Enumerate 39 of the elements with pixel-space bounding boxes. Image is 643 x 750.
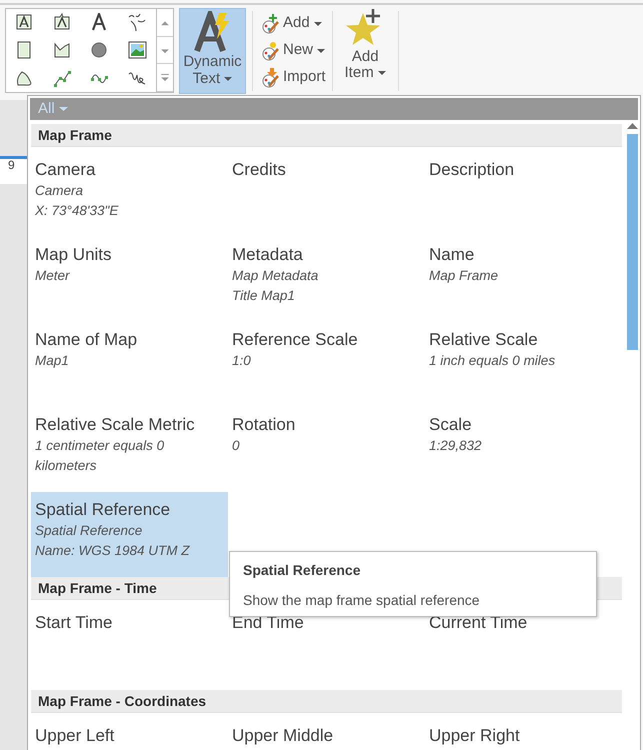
insert-button[interactable]: Add: [259, 10, 326, 37]
section-header: Map Frame: [31, 124, 622, 147]
dynamic-text-item[interactable]: Map Units Meter: [31, 237, 228, 322]
callout-icon[interactable]: [52, 13, 72, 32]
polygon-icon[interactable]: [52, 40, 72, 60]
dynamic-text-item[interactable]: Description: [425, 152, 622, 237]
dynamic-text-item[interactable]: Credits: [228, 152, 425, 237]
freehand-shape-icon[interactable]: [15, 68, 34, 88]
line-icon[interactable]: [52, 68, 72, 88]
dynamic-text-item[interactable]: Upper Right: [425, 718, 622, 750]
dynamic-text-item[interactable]: Reference Scale 1:0: [228, 322, 425, 407]
caret-icon: [224, 76, 232, 82]
dynamic-text-item[interactable]: Rotation 0: [228, 407, 425, 492]
insert-button[interactable]: New: [259, 37, 326, 64]
section-header: Map Frame - Coordinates: [31, 690, 622, 713]
dynamic-text-item[interactable]: Relative Scale Metric 1 centimeter equals 0 kilometers: [31, 407, 228, 492]
dynamic-text-item[interactable]: Spatial Reference Spatial Reference Name: WGS 1984 UTM Z: [31, 492, 228, 577]
dynamic-text-item[interactable]: Name of Map Map1: [31, 322, 228, 407]
dynamic-text-item[interactable]: Camera Camera X: 73°48'33"E: [31, 152, 228, 237]
circle-icon[interactable]: [90, 40, 110, 60]
dynamic-text-item[interactable]: Start Time: [31, 605, 228, 690]
text-box-icon[interactable]: [15, 13, 34, 32]
insert-button[interactable]: Import: [259, 64, 326, 91]
dynamic-text-item[interactable]: Scale 1:29,832: [425, 407, 622, 492]
picture-icon[interactable]: [128, 40, 147, 60]
caret-icon: [378, 70, 386, 76]
dynamic-text-item[interactable]: Upper Middle: [228, 718, 425, 750]
dynamic-text-item[interactable]: Metadata Map Metadata Title Map1: [228, 237, 425, 322]
dynamic-text-item[interactable]: Upper Left: [31, 718, 228, 750]
caret-icon: [58, 106, 68, 112]
scrollbar-thumb[interactable]: [627, 134, 638, 350]
dynamic-text-button[interactable]: Dynamic Text: [179, 8, 246, 94]
ruler-label: 9: [8, 158, 15, 172]
dynamic-text-item[interactable]: Name Map Frame: [425, 237, 622, 322]
tooltip-title: Spatial Reference: [243, 561, 362, 580]
scroll-up-icon[interactable]: [627, 122, 638, 130]
dynamic-text-item[interactable]: Relative Scale 1 inch equals 0 miles: [425, 322, 622, 407]
add-item-button[interactable]: Add Item: [338, 5, 392, 95]
curved-text-icon[interactable]: [128, 13, 147, 32]
